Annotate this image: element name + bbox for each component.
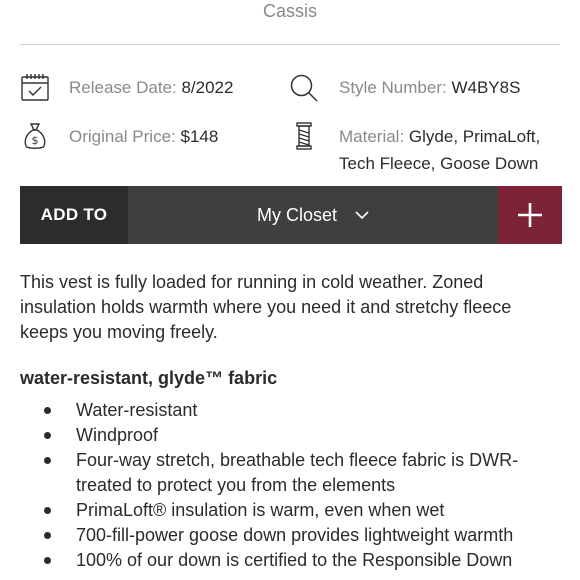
material: Material: Glyde, PrimaLoft, Tech Fleece,… — [339, 123, 540, 177]
style-number-value: W4BY8S — [451, 78, 521, 97]
release-date-label: Release Date: — [69, 78, 177, 97]
add-to-label: ADD TO — [20, 186, 128, 244]
feature-list: Water-resistant Windproof Four-way stret… — [20, 398, 540, 573]
release-date: Release Date: 8/2022 — [69, 74, 233, 101]
material-value-line1: Glyde, PrimaLoft, — [408, 127, 541, 146]
add-to-closet-button[interactable] — [498, 186, 562, 244]
search-icon — [289, 73, 319, 103]
list-item: Four-way stretch, breathable tech fleece… — [44, 448, 540, 498]
chevron-down-icon — [355, 210, 369, 220]
closet-select-value: My Closet — [256, 204, 337, 225]
product-description: This vest is fully loaded for running in… — [20, 272, 512, 342]
svg-text:$: $ — [32, 134, 39, 147]
calendar-icon — [20, 73, 50, 103]
style-number: Style Number: W4BY8S — [339, 74, 520, 101]
money-bag-icon: $ — [20, 121, 50, 151]
original-price-value: $148 — [180, 127, 219, 146]
list-item: Water-resistant — [44, 398, 540, 423]
list-item: PrimaLoft® insulation is warm, even when… — [44, 498, 540, 523]
original-price-label: Original Price: — [69, 127, 176, 146]
release-date-value: 8/2022 — [181, 78, 234, 97]
original-price: Original Price: $148 — [69, 123, 218, 150]
closet-select-dropdown[interactable]: My Closet — [128, 186, 498, 244]
material-label: Material: — [339, 127, 405, 146]
product-color-name: Cassis — [262, 1, 317, 21]
feature-title: water-resistant, glyde™ fabric — [20, 368, 278, 388]
plus-icon — [517, 202, 543, 228]
add-to-closet-bar: ADD TO My Closet — [20, 186, 562, 244]
thread-spool-icon — [291, 121, 317, 151]
list-item: 700-fill-power goose down provides light… — [44, 523, 540, 548]
divider — [20, 44, 560, 45]
style-number-label: Style Number: — [339, 78, 447, 97]
list-item: 100% of our down is certified to the Res… — [44, 548, 540, 573]
list-item: Windproof — [44, 423, 540, 448]
material-value-line2: Tech Fleece, Goose Down — [339, 154, 539, 173]
